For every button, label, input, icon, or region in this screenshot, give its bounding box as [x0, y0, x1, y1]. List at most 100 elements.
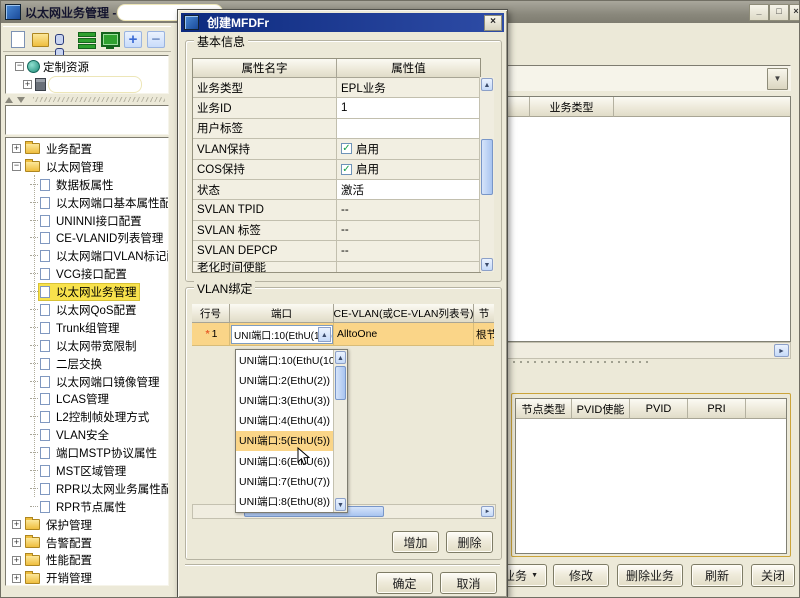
prop-header-name[interactable]: 属性名字 [193, 59, 337, 78]
cancel-button[interactable]: 取消 [440, 572, 497, 594]
scroll-thumb[interactable] [481, 139, 493, 195]
property-row[interactable]: 老化时间使能 ✓ [193, 262, 480, 272]
nav-tree-item[interactable]: 开销管理 [6, 569, 168, 586]
property-row[interactable]: COS保持 ✓ 启用 [193, 160, 480, 180]
cevlan-cell[interactable]: AlltoOne [334, 323, 474, 346]
nav-tree-item[interactable]: 以太网管理 [6, 158, 168, 176]
prop-header-value[interactable]: 属性值 [337, 59, 480, 78]
scroll-thumb[interactable] [335, 366, 346, 400]
port-dropdown-item[interactable]: UNI端口:6(EthU(6)) [236, 451, 333, 471]
port-dropdown-item[interactable]: UNI端口:2(EthU(2)) [236, 370, 333, 390]
tree-expand-icon[interactable] [23, 80, 32, 89]
splitter-down-icon[interactable] [17, 97, 25, 103]
property-value[interactable]: -- [341, 204, 349, 216]
node-table-header-pri[interactable]: PRI [688, 399, 746, 419]
splitter-handle[interactable] [33, 97, 165, 102]
node-table-header-pvid[interactable]: PVID [630, 399, 688, 419]
property-vscrollbar[interactable]: ▲ ▼ [479, 77, 494, 272]
vlan-header-cevlan[interactable]: CE-VLAN(或CE-VLAN列表号) [334, 304, 474, 323]
nav-tree-item[interactable]: CE-VLANID列表管理 [6, 229, 168, 247]
nav-tree-item[interactable]: MST区域管理 [6, 462, 168, 480]
search-binoculars-icon[interactable] [55, 30, 73, 48]
ok-button[interactable]: 确定 [376, 572, 433, 594]
nav-tree-item[interactable]: 端口MSTP协议属性 [6, 444, 168, 462]
add-row-button[interactable]: 增加 [392, 531, 439, 553]
nav-tree-item[interactable]: 保护管理 [6, 516, 168, 534]
property-value[interactable]: 1 [341, 102, 347, 114]
tree-collapse-icon[interactable] [15, 62, 24, 71]
tree-expander-icon[interactable] [12, 574, 21, 583]
splitter-up-icon[interactable] [5, 97, 13, 103]
port-dropdown-item[interactable]: UNI端口:4(EthU(4)) [236, 411, 333, 431]
scroll-down-icon[interactable]: ▼ [335, 498, 346, 511]
scroll-down-icon[interactable]: ▼ [481, 258, 493, 271]
property-row[interactable]: SVLAN TPID ✓ -- [193, 200, 480, 220]
node-table-header-pvid-enable[interactable]: PVID使能 [572, 399, 630, 419]
tree-expander-icon[interactable] [12, 556, 21, 565]
resource-tree-node[interactable] [9, 76, 168, 94]
property-value[interactable]: EPL业务 [341, 80, 386, 96]
tree-expander-icon[interactable] [12, 538, 21, 547]
nav-tree-item[interactable]: LCAS管理 [6, 390, 168, 408]
combo-collapse-icon[interactable]: ▲ [318, 327, 331, 342]
checkbox-checked-icon[interactable]: ✓ [341, 164, 352, 175]
port-dropdown-item[interactable]: UNI端口:10(EthU(10)) [236, 350, 333, 370]
property-row[interactable]: 状态 ✓ 激活 [193, 180, 480, 200]
dialog-close-icon[interactable]: × [484, 15, 502, 31]
scroll-up-icon[interactable]: ▲ [335, 351, 346, 364]
nav-tree-item[interactable]: 数据板属性 [6, 176, 168, 194]
nav-tree-item[interactable]: RPR节点属性 [6, 498, 168, 516]
new-document-icon[interactable] [9, 30, 27, 48]
scroll-right-icon[interactable]: ► [481, 506, 494, 517]
nav-tree-item[interactable]: 以太网端口镜像管理 [6, 373, 168, 391]
node-table-header-nodetype[interactable]: 节点类型 [516, 399, 572, 419]
property-value[interactable]: 激活 [341, 182, 364, 198]
property-value[interactable]: -- [341, 224, 349, 236]
nav-tree-item[interactable]: 以太网QoS配置 [6, 301, 168, 319]
nav-tree-item[interactable]: VCG接口配置 [6, 265, 168, 283]
modify-button[interactable]: 修改 [553, 564, 609, 587]
port-dropdown-item[interactable]: UNI端口:5(EthU(5)) [236, 431, 333, 451]
port-combobox[interactable]: UNI端口:10(EthU(10)) ▲ [231, 325, 333, 344]
scroll-up-icon[interactable]: ▲ [481, 78, 493, 91]
property-row[interactable]: SVLAN DEPCP ✓ -- [193, 241, 480, 261]
property-row[interactable]: 业务ID ✓ 1 [193, 98, 480, 118]
nav-tree-item[interactable]: 以太网端口VLAN标记配置 [6, 247, 168, 265]
right-splitter-dots[interactable] [513, 361, 649, 363]
nav-tree-item[interactable]: RPR以太网业务属性配置 [6, 480, 168, 498]
open-folder-icon[interactable] [32, 30, 50, 48]
property-value[interactable]: 启用 [356, 161, 379, 177]
property-value[interactable]: 启用 [356, 141, 379, 157]
nav-tree-item[interactable]: 业务配置 [6, 140, 168, 158]
vlan-header-port[interactable]: 端口 [230, 304, 334, 323]
dropdown-vscrollbar[interactable]: ▲ ▼ [333, 350, 347, 512]
close-button[interactable]: × [789, 4, 800, 21]
service-table-header-empty[interactable] [614, 97, 790, 117]
device-view-icon[interactable] [101, 30, 119, 48]
nav-tree-item[interactable]: 以太网带宽限制 [6, 337, 168, 355]
left-splitter[interactable] [3, 95, 171, 104]
property-row[interactable]: SVLAN 标签 ✓ -- [193, 221, 480, 241]
close-window-button[interactable]: 关闭 [751, 564, 795, 587]
nav-tree-item[interactable]: 以太网端口基本属性配置 [6, 194, 168, 212]
tree-expander-icon[interactable] [12, 162, 21, 171]
refresh-button[interactable]: 刷新 [691, 564, 743, 587]
vlan-row-1[interactable]: * 1 UNI端口:10(EthU(10)) ▲ AlltoOne 根节 [192, 323, 494, 346]
nav-tree-item[interactable]: 以太网业务管理 [6, 283, 168, 301]
tree-expander-icon[interactable] [12, 144, 21, 153]
vlan-header-rownum[interactable]: 行号 [192, 304, 230, 323]
resource-tree-root[interactable]: 定制资源 [9, 58, 168, 76]
nav-tree-item[interactable]: L2控制帧处理方式 [6, 408, 168, 426]
minimize-button[interactable]: _ [749, 4, 769, 21]
nav-tree-item[interactable]: 告警配置 [6, 534, 168, 552]
remove-icon[interactable]: − [147, 31, 165, 48]
vlan-header-node-clipped[interactable]: 节 [474, 304, 494, 323]
scroll-right-icon[interactable]: ► [774, 344, 789, 357]
port-dropdown-item[interactable]: UNI端口:7(EthU(7)) [236, 471, 333, 491]
property-value[interactable]: -- [341, 245, 349, 257]
dropdown-arrow-icon[interactable]: ▼ [767, 68, 788, 90]
property-row[interactable]: 业务类型 ✓ EPL业务 [193, 78, 480, 98]
port-dropdown-item[interactable]: UNI端口:8(EthU(8)) [236, 491, 333, 511]
property-row[interactable]: 用户标签 ✓ [193, 119, 480, 139]
maximize-button[interactable]: □ [769, 4, 789, 21]
